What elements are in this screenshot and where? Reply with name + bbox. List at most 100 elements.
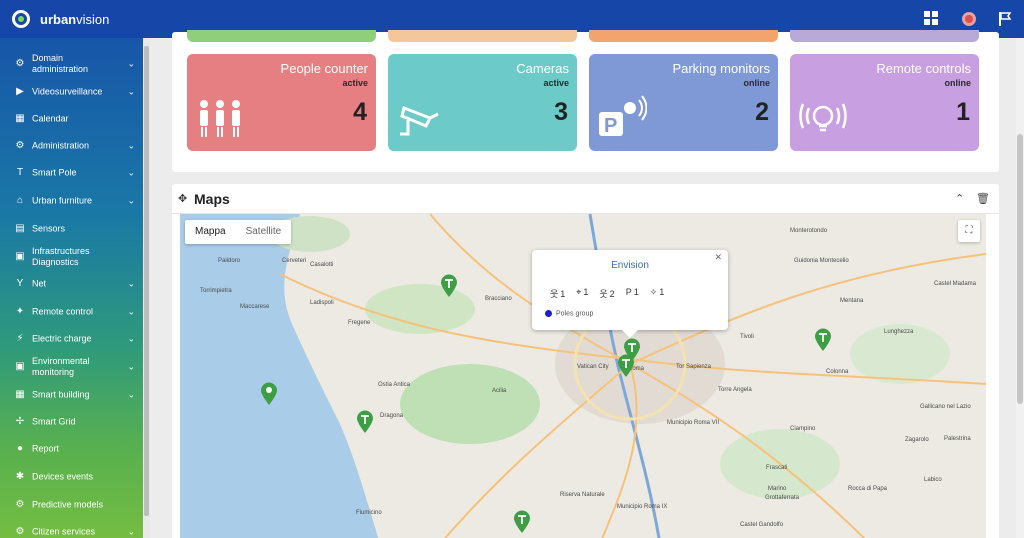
sidebar-scrollbar[interactable] (143, 38, 150, 538)
chevron-down-icon: ⌄ (127, 389, 135, 400)
chevron-down-icon: ⌄ (127, 195, 135, 206)
camera-icon (396, 94, 446, 140)
sidebar-item-report[interactable]: ● Report (0, 436, 143, 462)
sidebar-item-label: Domain administration (32, 53, 89, 74)
map-place-label: Maccarese (240, 304, 270, 310)
charge-icon: ⚡ (16, 333, 24, 344)
map-view[interactable]: Cerveteri Bracciano Fregene Roma Fiumicino Ti… (180, 214, 986, 538)
logo-icon[interactable] (12, 10, 30, 28)
citizen-icon: ⚙ (15, 526, 25, 537)
map-location-pin[interactable] (260, 382, 278, 411)
sidebar-item-remote-control[interactable]: ✦ Remote control ⌄ (0, 299, 143, 325)
app-brand[interactable]: urbanvision (40, 12, 109, 27)
sidebar-item-label: Citizen services (32, 526, 96, 537)
fullscreen-button[interactable]: ⛶ (958, 220, 980, 242)
tile-count: 2 (755, 98, 769, 126)
popup-title: Envision (611, 260, 649, 271)
sidebar-item-label: Sensors (32, 223, 66, 234)
sidebar-item-infrastructures-diagnostics[interactable]: ▣ Infrastructures Diagnostics (0, 244, 143, 270)
previous-tile-edge (388, 30, 577, 42)
sidebar-item-calendar[interactable]: ▦ Calendar (0, 106, 143, 132)
tile-name: Cameras (516, 61, 569, 76)
close-icon[interactable]: ✕ (714, 252, 722, 263)
tab-satellite[interactable]: Satellite (236, 220, 292, 244)
tile-status: online (944, 78, 972, 88)
map-pole-marker[interactable] (617, 354, 635, 383)
map-place-label: Vatican City (577, 364, 609, 370)
sidebar-item-label: Report (32, 443, 60, 454)
net-icon: Y (16, 278, 24, 289)
previous-tile-edge (589, 30, 778, 42)
tile-parking-monitors[interactable]: Parking monitors online 2 P (589, 54, 778, 151)
pole-icon (815, 328, 831, 351)
chevron-down-icon: ⌄ (127, 306, 135, 317)
sidebar-item-smart-grid[interactable]: ✢ Smart Grid (0, 409, 143, 435)
map-place-label: Gallicano nel Lazio (920, 404, 971, 410)
pole-icon (514, 510, 530, 533)
sidebar-item-label: Infrastructures Diagnostics (32, 246, 90, 267)
collapse-icon[interactable]: ⌃ (955, 192, 964, 205)
grid-icon: ✢ (15, 416, 25, 427)
sidebar-item-label: Smart Pole (32, 167, 77, 178)
move-icon[interactable]: ✥ (178, 192, 187, 205)
apps-grid-icon[interactable] (923, 11, 939, 27)
sidebar-item-label: Smart Grid (32, 416, 76, 427)
map-pole-marker[interactable] (513, 510, 531, 538)
map-place-label: Torrimpietra (200, 288, 232, 294)
map-place-label: Ostia Antica (378, 382, 411, 388)
flag-icon[interactable] (997, 11, 1013, 27)
legend-dot-icon (545, 310, 552, 317)
map-place-label: Mentana (840, 298, 864, 304)
map-pole-marker[interactable] (814, 328, 832, 357)
tab-mappa[interactable]: Mappa (185, 220, 236, 244)
sidebar-item-administration[interactable]: ⚙ Administration ⌄ (0, 133, 143, 159)
map-place-label: Riserva Naturale (560, 492, 605, 498)
sidebar-item-label: Predictive models (32, 499, 104, 510)
sidebar-item-videosurveillance[interactable]: ▶ Videosurveillance ⌄ (0, 79, 143, 105)
sidebar-item-citizen-services[interactable]: ⚙ Citizen services ⌄ (0, 519, 143, 538)
camera-icon: ⌖ (576, 287, 582, 297)
sidebar-item-smart-building[interactable]: ▦ Smart building ⌄ (0, 382, 143, 408)
user-avatar-icon[interactable] (961, 11, 977, 27)
sidebar-item-label: Net (32, 278, 47, 289)
sidebar-item-smart-pole[interactable]: T Smart Pole ⌄ (0, 160, 143, 186)
map-place-label: Tivoli (740, 334, 754, 340)
trash-icon[interactable]: 🗑 (976, 192, 990, 205)
sidebar-item-predictive-models[interactable]: ⚙ Predictive models (0, 492, 143, 518)
map-place-label: Dragona (380, 413, 404, 419)
sidebar-item-electric-charge[interactable]: ⚡ Electric charge ⌄ (0, 326, 143, 352)
maps-title: Maps (194, 191, 230, 207)
sidebar-item-label: Environmental monitoring (32, 356, 90, 377)
main-scrollbar[interactable] (1016, 38, 1024, 538)
tile-people-counter[interactable]: People counter active 4 (187, 54, 376, 151)
popup-stat: ✧ 1 (649, 287, 665, 297)
sidebar-item-sensors[interactable]: ▤ Sensors (0, 216, 143, 242)
sensor-icon: ▤ (15, 223, 25, 234)
sidebar-item-urban-furniture[interactable]: ⌂ Urban furniture ⌄ (0, 188, 143, 214)
calendar-icon: ▦ (15, 113, 25, 124)
map-pole-marker[interactable] (440, 274, 458, 303)
sidebar-item-label: Urban furniture (32, 195, 93, 206)
sidebar-item-devices-events[interactable]: ✱ Devices events (0, 464, 143, 490)
map-place-label: Zagarolo (905, 437, 929, 443)
pole-icon: T (16, 167, 24, 178)
tile-status: online (743, 78, 771, 88)
sidebar-item-label: Smart building (32, 389, 90, 400)
tile-remote-controls[interactable]: Remote controls online 1 (790, 54, 979, 151)
map-place-label: Castel Gandolfo (740, 522, 784, 528)
map-pole-marker[interactable] (356, 410, 374, 439)
people-icon: 웃 (550, 289, 559, 299)
map-place-label: Municipio Roma IX (617, 504, 668, 510)
tile-status: active (543, 78, 569, 88)
sidebar-item-domain-administration[interactable]: ⚙ Domain administration ⌄ (0, 51, 143, 77)
map-place-label: Grottaferrata (765, 495, 800, 501)
map-place-label: Marino (768, 486, 787, 492)
remote-icon: ✦ (15, 306, 25, 317)
sidebar-item-environmental-monitoring[interactable]: ▣ Environmental monitoring ⌄ (0, 354, 143, 380)
pole-icon (618, 354, 634, 377)
fullscreen-icon: ⛶ (965, 225, 973, 236)
tile-cameras[interactable]: Cameras active 3 (388, 54, 577, 151)
sidebar-item-net[interactable]: Y Net ⌄ (0, 271, 143, 297)
map-place-label: Ciampino (790, 426, 816, 432)
environment-icon: ▣ (15, 361, 25, 372)
